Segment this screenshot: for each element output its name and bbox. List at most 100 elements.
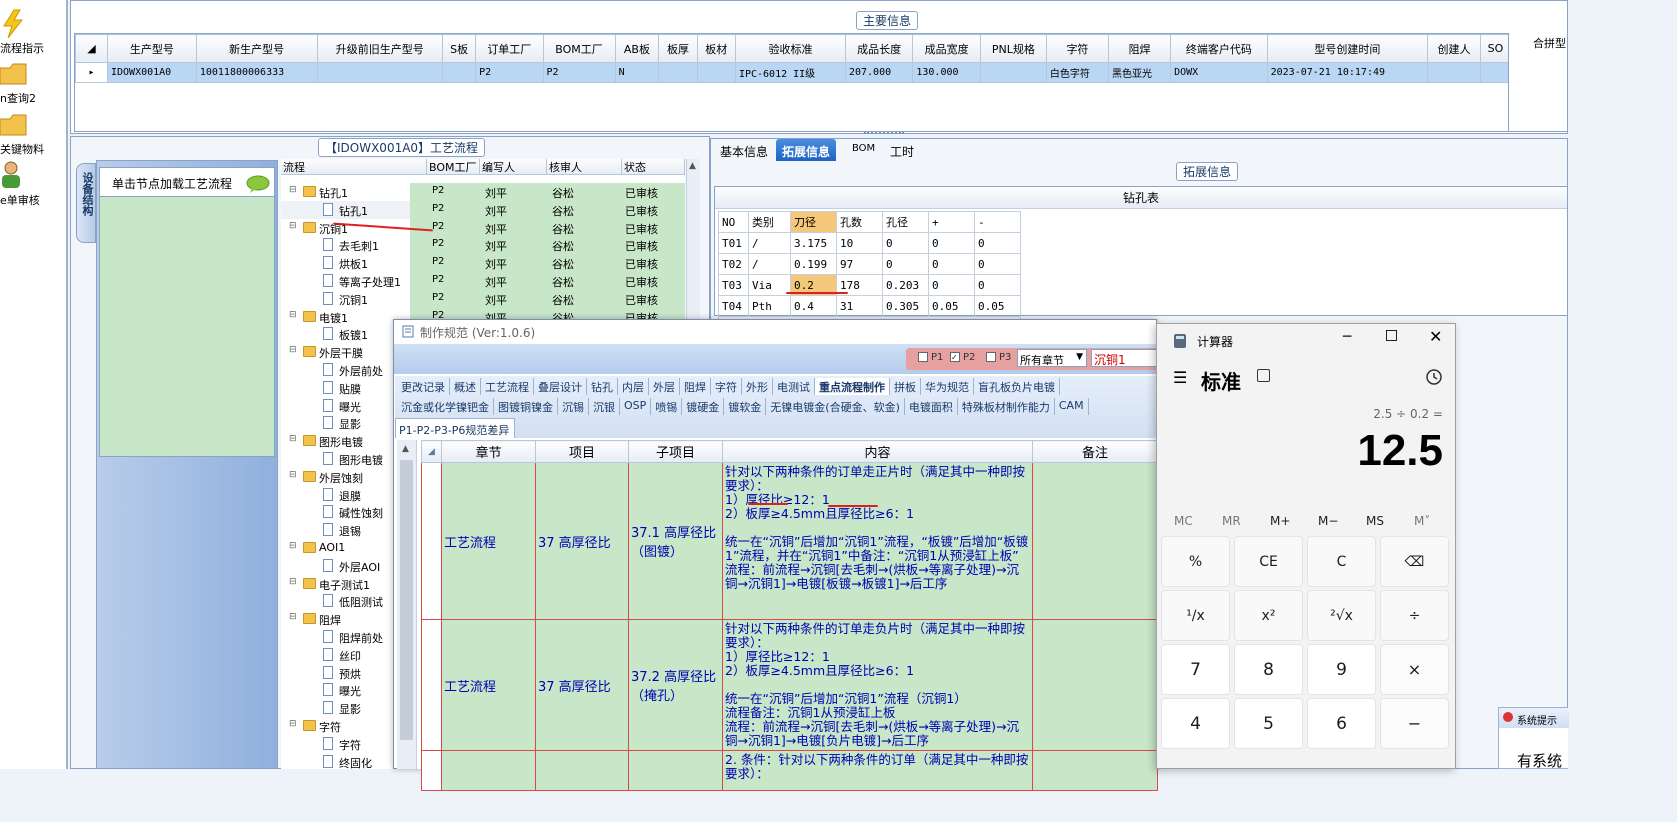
filter-p2[interactable]: ✓ P2 — [950, 352, 975, 363]
memory-button[interactable]: MC — [1174, 514, 1193, 528]
spec-column-header[interactable]: 项目 — [535, 440, 629, 463]
column-header[interactable]: 板材 — [696, 34, 736, 63]
drill-column-header[interactable]: + — [928, 211, 975, 233]
calc-key[interactable]: 9 — [1307, 644, 1376, 695]
tab-3[interactable]: 工时 — [884, 139, 920, 161]
nav-tab[interactable]: 概述 — [450, 378, 481, 395]
grid-cell[interactable]: 2023-07-21 10:17:49 — [1266, 62, 1429, 83]
nav-tab[interactable]: 沉金或化学镍钯金 — [397, 398, 494, 415]
checkbox[interactable]: ✓ — [950, 352, 960, 362]
calc-key[interactable]: CE — [1234, 536, 1303, 587]
nav-tab[interactable]: 外层 — [649, 378, 680, 395]
nav-tab[interactable]: 内层 — [618, 378, 649, 395]
expander-icon[interactable]: ⊟ — [289, 310, 297, 320]
splitter-handle[interactable] — [864, 132, 904, 138]
nav-tab[interactable]: 阻焊 — [680, 378, 711, 395]
column-header[interactable]: 创建人 — [1427, 34, 1481, 63]
grid-cell[interactable] — [658, 62, 698, 83]
grid-cell[interactable]: 白色字符 — [1045, 62, 1110, 83]
nav-tab[interactable]: 无镍电镀金(合硬金、软金) — [766, 398, 905, 415]
grid-cell[interactable]: 130.000 — [912, 62, 981, 83]
checkbox[interactable] — [986, 352, 996, 362]
menu-icon[interactable]: ☰ — [1173, 368, 1187, 387]
checkbox[interactable] — [918, 352, 928, 362]
tree-column-header[interactable]: 状态 — [622, 159, 685, 175]
row-indicator[interactable] — [421, 462, 442, 620]
column-header[interactable]: 新生产型号 — [195, 34, 318, 63]
nav-tab[interactable]: 图镀铜镍金 — [494, 398, 558, 415]
column-header[interactable]: S板 — [442, 34, 477, 63]
calc-key[interactable]: 7 — [1161, 644, 1230, 695]
nav-tab[interactable]: 工艺流程 — [481, 378, 534, 395]
maximize-icon[interactable] — [1386, 330, 1397, 341]
row-indicator[interactable] — [421, 750, 442, 791]
calc-key[interactable]: 5 — [1234, 698, 1303, 749]
tree-scrollbar[interactable]: ▲ — [686, 159, 700, 319]
expander-icon[interactable]: ⊟ — [289, 612, 297, 622]
memory-button[interactable]: M− — [1318, 514, 1338, 528]
column-header[interactable]: 字符 — [1045, 34, 1110, 63]
memory-button[interactable]: MS — [1366, 514, 1384, 528]
drill-row[interactable]: T04 Pth 0.4 31 0.305 0.05 0.05 — [718, 295, 1021, 317]
side-tab-equipment[interactable]: 设备结构 — [76, 163, 96, 243]
close-icon[interactable]: ✕ — [1429, 327, 1442, 346]
calc-key[interactable]: ²√x — [1307, 590, 1376, 641]
nav-tab[interactable]: 电测试 — [773, 378, 815, 395]
calc-key[interactable]: × — [1380, 644, 1449, 695]
nav-tab[interactable]: CAM — [1055, 398, 1089, 415]
nav-tab[interactable]: 沉锡 — [558, 398, 589, 415]
grid-cell[interactable] — [979, 62, 1047, 83]
expander-icon[interactable]: ⊟ — [289, 719, 297, 729]
tab-2[interactable]: BOM — [846, 139, 881, 161]
nav-tab[interactable]: OSP — [620, 398, 652, 415]
grid-scrollbar[interactable]: ▲ — [397, 440, 417, 769]
row-indicator[interactable]: ▸ — [75, 62, 108, 83]
nav-tab[interactable]: 镀硬金 — [682, 398, 725, 415]
grid-cell[interactable] — [1427, 62, 1481, 83]
memory-button[interactable]: MR — [1222, 514, 1241, 528]
tree-row[interactable]: 烘板1 P2 刘平 谷松 已审核 — [281, 254, 685, 272]
drill-column-header[interactable]: - — [974, 211, 1021, 233]
nav-tab[interactable]: 更改记录 — [397, 378, 450, 395]
spec-column-header[interactable]: 备注 — [1032, 440, 1158, 463]
filter-p1[interactable]: P1 — [918, 352, 943, 363]
grid-cell[interactable] — [442, 62, 477, 83]
column-header[interactable]: 成品宽度 — [912, 34, 981, 63]
expander-icon[interactable]: ⊟ — [289, 577, 297, 587]
nav-tab[interactable]: 华为规范 — [921, 378, 974, 395]
grid-cell[interactable] — [696, 62, 736, 83]
tree-row[interactable]: ⊟ 沉铜1 P2 刘平 谷松 已审核 — [281, 218, 685, 237]
expander-icon[interactable]: ⊟ — [289, 185, 297, 195]
calc-key[interactable]: ÷ — [1380, 590, 1449, 641]
memory-button[interactable]: M˅ — [1414, 514, 1430, 528]
grid-cell[interactable]: P2 — [542, 62, 616, 83]
grid-cell[interactable]: N — [614, 62, 660, 83]
grid-cell[interactable]: DOWX — [1170, 62, 1268, 83]
history-icon[interactable] — [1425, 368, 1443, 386]
row-indicator[interactable] — [421, 619, 442, 751]
drill-column-header[interactable]: 刀径 — [790, 211, 837, 233]
tree-column-header[interactable]: 流程 — [281, 159, 427, 175]
nav-tab[interactable]: 盲孔板负片电镀 — [974, 378, 1060, 395]
column-header[interactable]: 验收标准 — [734, 34, 846, 63]
nav-tab[interactable]: 拼板 — [890, 378, 921, 395]
column-header[interactable]: AB板 — [614, 34, 660, 63]
grid-cell[interactable]: IDOWX001A0 — [107, 62, 197, 83]
nav-tab[interactable]: 外形 — [742, 378, 773, 395]
tab-0[interactable]: 基本信息 — [714, 139, 774, 161]
grid-cell[interactable] — [1479, 62, 1512, 83]
calc-key[interactable]: 6 — [1307, 698, 1376, 749]
nav-tab[interactable]: 喷锡 — [651, 398, 683, 415]
drill-row[interactable]: T03 Via 0.2 178 0.203 0 0 — [718, 274, 1021, 296]
column-header[interactable]: 阻焊 — [1107, 34, 1172, 63]
column-header[interactable]: 成品长度 — [844, 34, 914, 63]
grid-cell[interactable]: 10011800006333 — [195, 62, 318, 83]
system-toast[interactable]: 系统提示 有系统 — [1498, 707, 1569, 770]
tree-row[interactable]: 等离子处理1 P2 刘平 谷松 已审核 — [281, 272, 685, 290]
nav-tab[interactable]: 镀软金 — [724, 398, 767, 415]
nav-tab[interactable]: 钻孔 — [587, 378, 618, 395]
tab-1[interactable]: 拓展信息 — [776, 139, 837, 161]
calc-key[interactable]: C — [1307, 536, 1376, 587]
tree-column-header[interactable]: 编写人 — [480, 159, 547, 175]
calc-key[interactable]: x² — [1234, 590, 1303, 641]
